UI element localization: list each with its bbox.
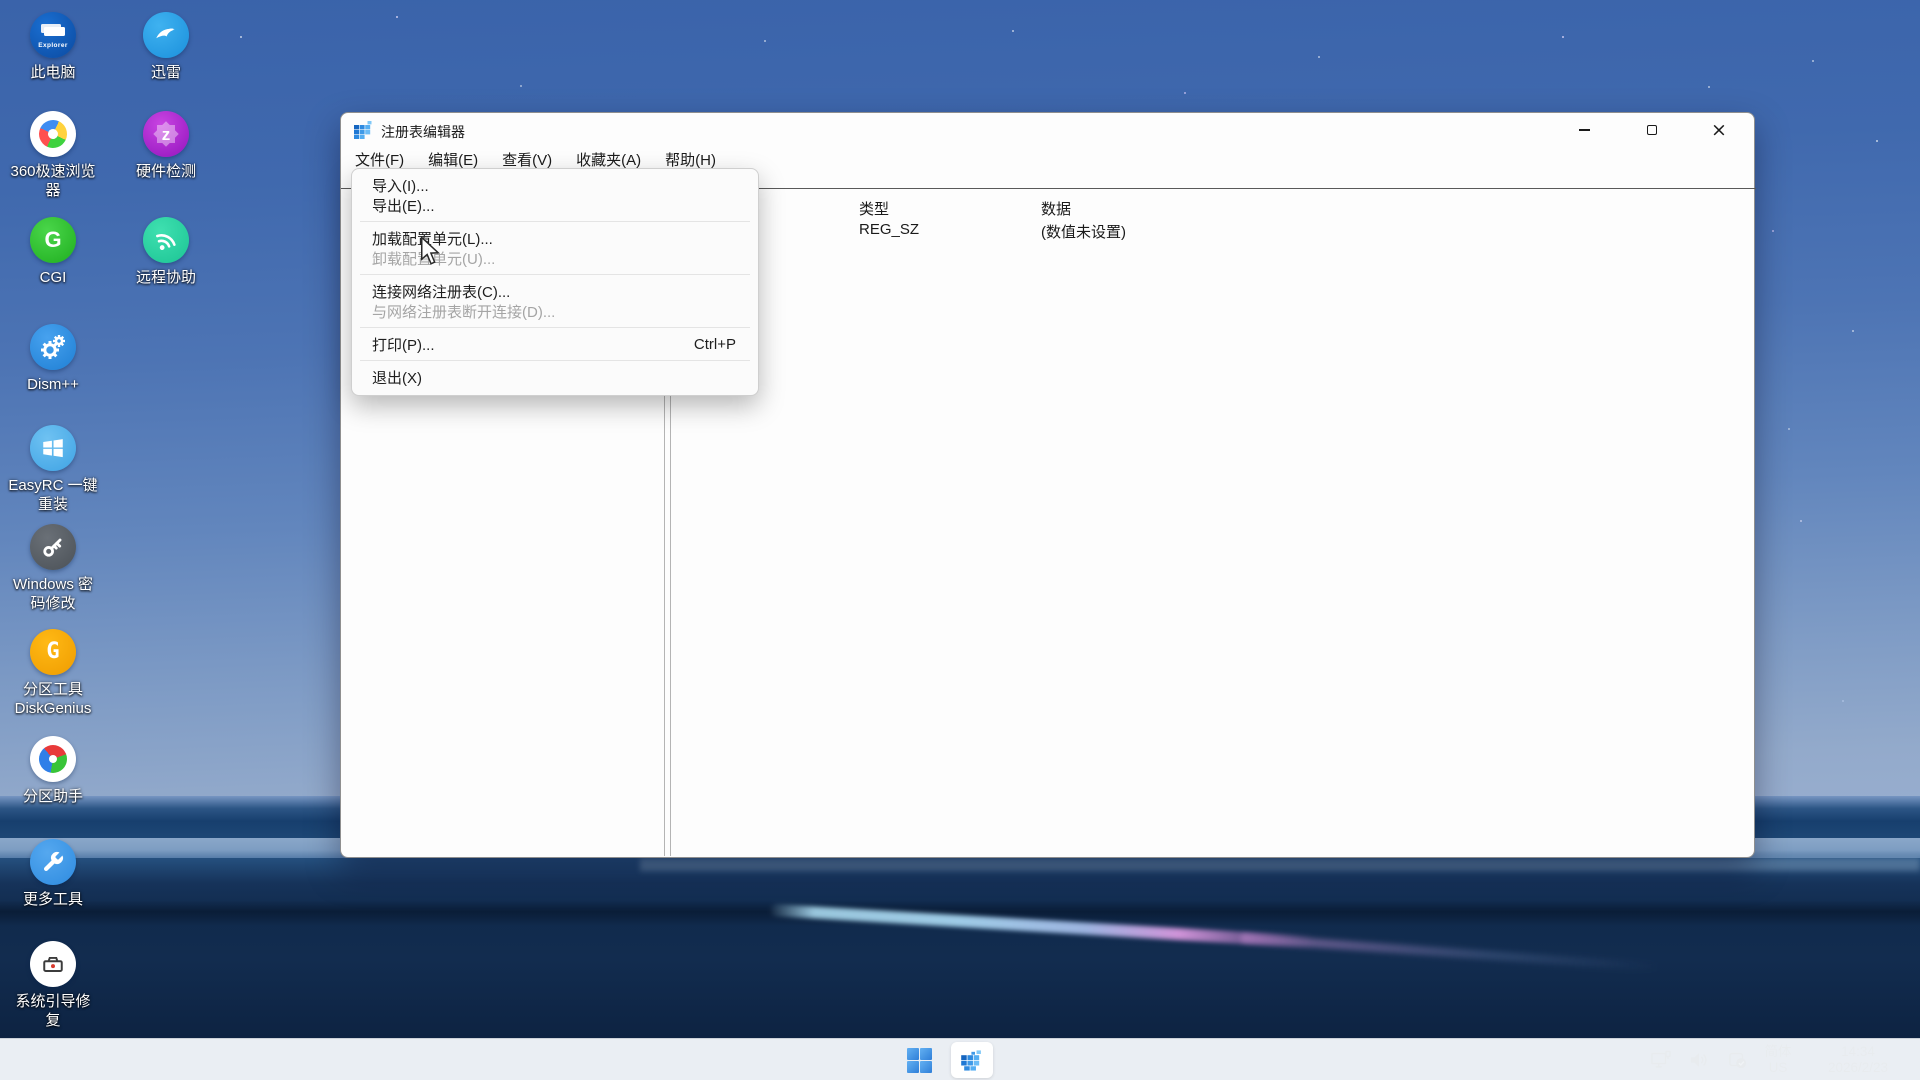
remote-broadcast-icon [143,217,189,263]
menu-item-exit[interactable]: 退出(X) [352,367,758,387]
desktop-icon-this-pc[interactable]: Explorer 此电脑 [0,12,108,82]
desktop-icon-dism[interactable]: Dism++ [0,324,108,394]
windows-start-icon [907,1048,932,1073]
desktop-icon-partition-assistant[interactable]: 分区助手 [0,736,108,806]
icon-label: 硬件检测 [111,162,221,181]
maximize-button[interactable] [1629,113,1675,147]
cgi-g-icon: G [30,217,76,263]
menu-separator [360,221,750,222]
desktop-icon-thunder[interactable]: 迅雷 [111,12,221,82]
menu-separator [360,274,750,275]
menu-separator [360,360,750,361]
wallpaper-stars [0,0,2,2]
icon-label: Windows 密 码修改 [0,575,108,613]
key-icon [30,524,76,570]
desktop-icon-hardware-check[interactable]: z 硬件检测 [111,111,221,181]
icon-label: 更多工具 [0,890,108,909]
menu-separator [360,327,750,328]
icon-label: 迅雷 [111,63,221,82]
desktop-icon-win-password[interactable]: Windows 密 码修改 [0,524,108,613]
icon-label: 系统引导修 复 [0,992,108,1030]
taskbar [0,1038,1920,1080]
desktop-icon-cgi[interactable]: G CGI [0,217,108,287]
partition-pie-icon [30,736,76,782]
regedit-taskbar-icon [960,1048,984,1072]
menu-item-unload-hive: 卸载配置单元(U)... [352,248,758,268]
value-data-cell: (数值未设置) [1041,221,1126,242]
desktop-icon-more-tools[interactable]: 更多工具 [0,839,108,909]
window-title: 注册表编辑器 [381,122,465,142]
menu-item-connect-network-registry[interactable]: 连接网络注册表(C)... [352,281,758,301]
hardware-gear-icon: z [143,111,189,157]
title-bar[interactable]: 注册表编辑器 × [341,113,1754,147]
wallpaper-sea-band [640,858,1920,871]
start-button[interactable] [897,1042,941,1078]
desktop-icon-remote-assist[interactable]: 远程协助 [111,217,221,287]
mouse-cursor [417,236,443,266]
explorer-badge: Explorer [30,42,76,49]
desktop-icon-boot-repair[interactable]: 系统引导修 复 [0,941,108,1030]
desktop-icon-360-browser[interactable]: 360极速浏览 器 [0,111,108,200]
wallpaper-sea [0,858,1920,1038]
icon-label: 远程协助 [111,268,221,287]
thunder-bird-icon [143,12,189,58]
column-header-type[interactable]: 类型 [859,198,889,219]
taskbar-regedit-button[interactable] [951,1042,993,1078]
icon-label: EasyRC 一键 重装 [0,476,108,514]
icon-label: Dism++ [0,375,108,394]
dism-gears-icon [30,324,76,370]
desktop-icon-diskgenius[interactable]: G 分区工具 DiskGenius [0,629,108,718]
explorer-icon: Explorer [30,12,76,58]
cgi-glyph: G [44,229,61,251]
print-shortcut: Ctrl+P [694,336,736,353]
windows-flag-icon [30,425,76,471]
regedit-app-icon [353,120,373,140]
icon-label: CGI [0,268,108,287]
value-type-cell: REG_SZ [859,221,919,238]
icon-label: 此电脑 [0,63,108,82]
menu-item-export[interactable]: 导出(E)... [352,195,758,215]
browser-360-icon [30,111,76,157]
menu-item-import[interactable]: 导入(I)... [352,175,758,195]
icon-label: 分区工具 DiskGenius [0,680,108,718]
close-button[interactable]: × [1696,113,1742,147]
diskgenius-g-icon: G [30,629,76,675]
file-menu-popup: 导入(I)... 导出(E)... 加载配置单元(L)... 卸载配置单元(U)… [351,168,759,396]
menu-item-print[interactable]: 打印(P)... Ctrl+P [352,334,758,354]
menu-item-load-hive[interactable]: 加载配置单元(L)... [352,228,758,248]
column-header-data[interactable]: 数据 [1041,198,1071,219]
wrench-icon [30,839,76,885]
desktop-icon-easyrc[interactable]: EasyRC 一键 重装 [0,425,108,514]
toolbox-icon [30,941,76,987]
minimize-button[interactable] [1561,113,1607,147]
icon-label: 分区助手 [0,787,108,806]
diskgenius-glyph: G [46,641,59,663]
menu-item-disconnect-network-registry: 与网络注册表断开连接(D)... [352,301,758,321]
icon-label: 360极速浏览 器 [0,162,108,200]
